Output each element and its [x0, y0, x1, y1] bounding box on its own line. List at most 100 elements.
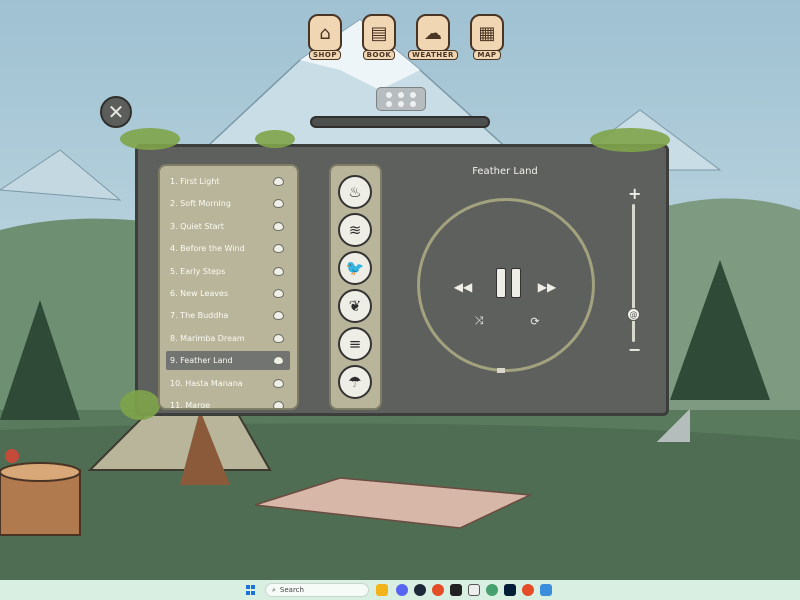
- track-title: 4. Before the Wind: [170, 244, 245, 254]
- track-title: 3. Quiet Start: [170, 221, 224, 231]
- vine-decoration: [120, 128, 180, 150]
- track-row[interactable]: 10. Hasta Manana: [166, 374, 290, 393]
- wind-icon: ≡: [348, 335, 362, 353]
- menu-shop[interactable]: ⌂ SHOP: [305, 14, 345, 66]
- menu-book-label: BOOK: [362, 50, 396, 60]
- track-row[interactable]: 3. Quiet Start: [166, 217, 290, 236]
- favorite-heart-icon[interactable]: [273, 177, 284, 186]
- ambient-sound-button[interactable]: ≋: [338, 213, 372, 247]
- search-icon: ⌕: [272, 585, 276, 594]
- top-menu: ⌂ SHOP ▤ BOOK ☁ WEATHER ▦ MAP: [305, 14, 507, 66]
- ambient-sound-button[interactable]: 🐦: [338, 251, 372, 285]
- photoshop-icon[interactable]: [504, 584, 516, 596]
- menu-shop-label: SHOP: [309, 50, 341, 60]
- menu-book[interactable]: ▤ BOOK: [359, 14, 399, 66]
- now-playing-title: Feather Land: [472, 166, 538, 177]
- repeat-icon: ⟳: [530, 314, 540, 328]
- map-icon: ▦: [470, 14, 504, 52]
- pause-button[interactable]: [493, 267, 523, 299]
- track-row[interactable]: 11. Marge: [166, 396, 290, 410]
- favorite-heart-icon[interactable]: [273, 244, 284, 254]
- grid-dot-icon: [398, 100, 404, 107]
- favorite-heart-icon[interactable]: [273, 333, 284, 343]
- file-explorer-icon[interactable]: [376, 584, 388, 596]
- layout-grid-button[interactable]: [376, 87, 426, 111]
- leaf-icon: ❦: [348, 297, 362, 315]
- calendar-icon[interactable]: [468, 584, 480, 596]
- settings-icon[interactable]: [540, 584, 552, 596]
- discord-icon[interactable]: [396, 584, 408, 596]
- ambient-sound-button[interactable]: ☂: [338, 365, 372, 399]
- track-list[interactable]: 1. First Light 2. Soft Morning 3. Quiet St…: [158, 164, 299, 410]
- progress-marker: [497, 368, 505, 373]
- grid-dot-icon: [398, 91, 404, 98]
- favorite-heart-icon[interactable]: [273, 356, 284, 366]
- steam-icon[interactable]: [414, 584, 426, 596]
- favorite-heart-icon[interactable]: [273, 221, 284, 231]
- ambient-sound-button[interactable]: ≡: [338, 327, 372, 361]
- app-icon[interactable]: [486, 584, 498, 596]
- shuffle-button[interactable]: ⤨: [472, 314, 486, 328]
- favorite-heart-icon[interactable]: [273, 311, 284, 321]
- track-title: 1. First Light: [170, 177, 220, 186]
- favorite-heart-icon[interactable]: [273, 400, 284, 408]
- ambient-sound-button[interactable]: ❦: [338, 289, 372, 323]
- favorite-heart-icon[interactable]: [273, 266, 284, 276]
- menu-weather-label: WEATHER: [408, 50, 458, 60]
- vine-decoration: [120, 390, 160, 420]
- previous-button[interactable]: ◀◀: [452, 280, 474, 294]
- book-icon: ▤: [362, 14, 396, 52]
- favorite-heart-icon[interactable]: [273, 199, 284, 209]
- water-waves-icon: ≋: [348, 221, 362, 239]
- track-row[interactable]: 9. Feather Land: [166, 351, 290, 371]
- weather-cloud-icon: ☁: [416, 14, 450, 52]
- track-title: 2. Soft Morning: [170, 199, 231, 209]
- mushroom-house-icon: ⌂: [308, 14, 342, 52]
- favorite-heart-icon[interactable]: [273, 378, 284, 388]
- favorite-heart-icon[interactable]: [273, 288, 284, 298]
- resize-handle[interactable]: [656, 410, 690, 442]
- volume-slider[interactable]: [632, 204, 635, 342]
- menu-map-label: MAP: [473, 50, 501, 60]
- track-row[interactable]: 4. Before the Wind: [166, 239, 290, 258]
- track-title: 11. Marge: [170, 400, 211, 410]
- rewind-icon: ◀◀: [453, 280, 473, 294]
- track-title: 8. Marimba Dream: [170, 333, 245, 343]
- spiral-icon: @: [629, 310, 638, 320]
- taskbar-search[interactable]: ⌕ Search: [265, 583, 369, 597]
- search-placeholder: Search: [279, 586, 304, 594]
- grid-dot-icon: [410, 100, 416, 107]
- vine-decoration: [255, 130, 295, 148]
- menu-weather[interactable]: ☁ WEATHER: [408, 14, 458, 66]
- ambient-sound-button[interactable]: ♨: [338, 175, 372, 209]
- volume-up-button[interactable]: +: [628, 184, 641, 203]
- menu-map[interactable]: ▦ MAP: [467, 14, 507, 66]
- grid-dot-icon: [386, 100, 392, 107]
- track-title: 6. New Leaves: [170, 288, 229, 298]
- pause-bar-icon: [495, 268, 506, 298]
- close-button[interactable]: ✕: [100, 96, 132, 128]
- pause-bar-icon: [510, 268, 521, 298]
- track-title: 5. Early Steps: [170, 266, 226, 276]
- track-title: 9. Feather Land: [170, 356, 233, 366]
- windows-start-icon[interactable]: [246, 585, 256, 595]
- close-icon: ✕: [107, 100, 125, 124]
- repeat-button[interactable]: ⟳: [528, 314, 542, 328]
- track-row[interactable]: 8. Marimba Dream: [166, 329, 290, 348]
- notion-icon[interactable]: [450, 584, 462, 596]
- track-row[interactable]: 5. Early Steps: [166, 262, 290, 281]
- fast-forward-icon: ▶▶: [537, 280, 557, 294]
- track-title: 10. Hasta Manana: [170, 378, 243, 388]
- browser-icon[interactable]: [522, 584, 534, 596]
- track-row[interactable]: 2. Soft Morning: [166, 194, 290, 213]
- fire-icon: ♨: [348, 183, 362, 201]
- panel-hanger-bar: [310, 116, 490, 128]
- track-row[interactable]: 1. First Light: [166, 172, 290, 191]
- shuffle-icon: ⤨: [474, 314, 484, 327]
- track-row[interactable]: 7. The Buddha: [166, 306, 290, 325]
- volume-down-button[interactable]: −: [628, 340, 641, 359]
- grid-dot-icon: [410, 91, 416, 98]
- next-button[interactable]: ▶▶: [536, 280, 558, 294]
- chrome-icon[interactable]: [432, 584, 444, 596]
- track-row[interactable]: 6. New Leaves: [166, 284, 290, 303]
